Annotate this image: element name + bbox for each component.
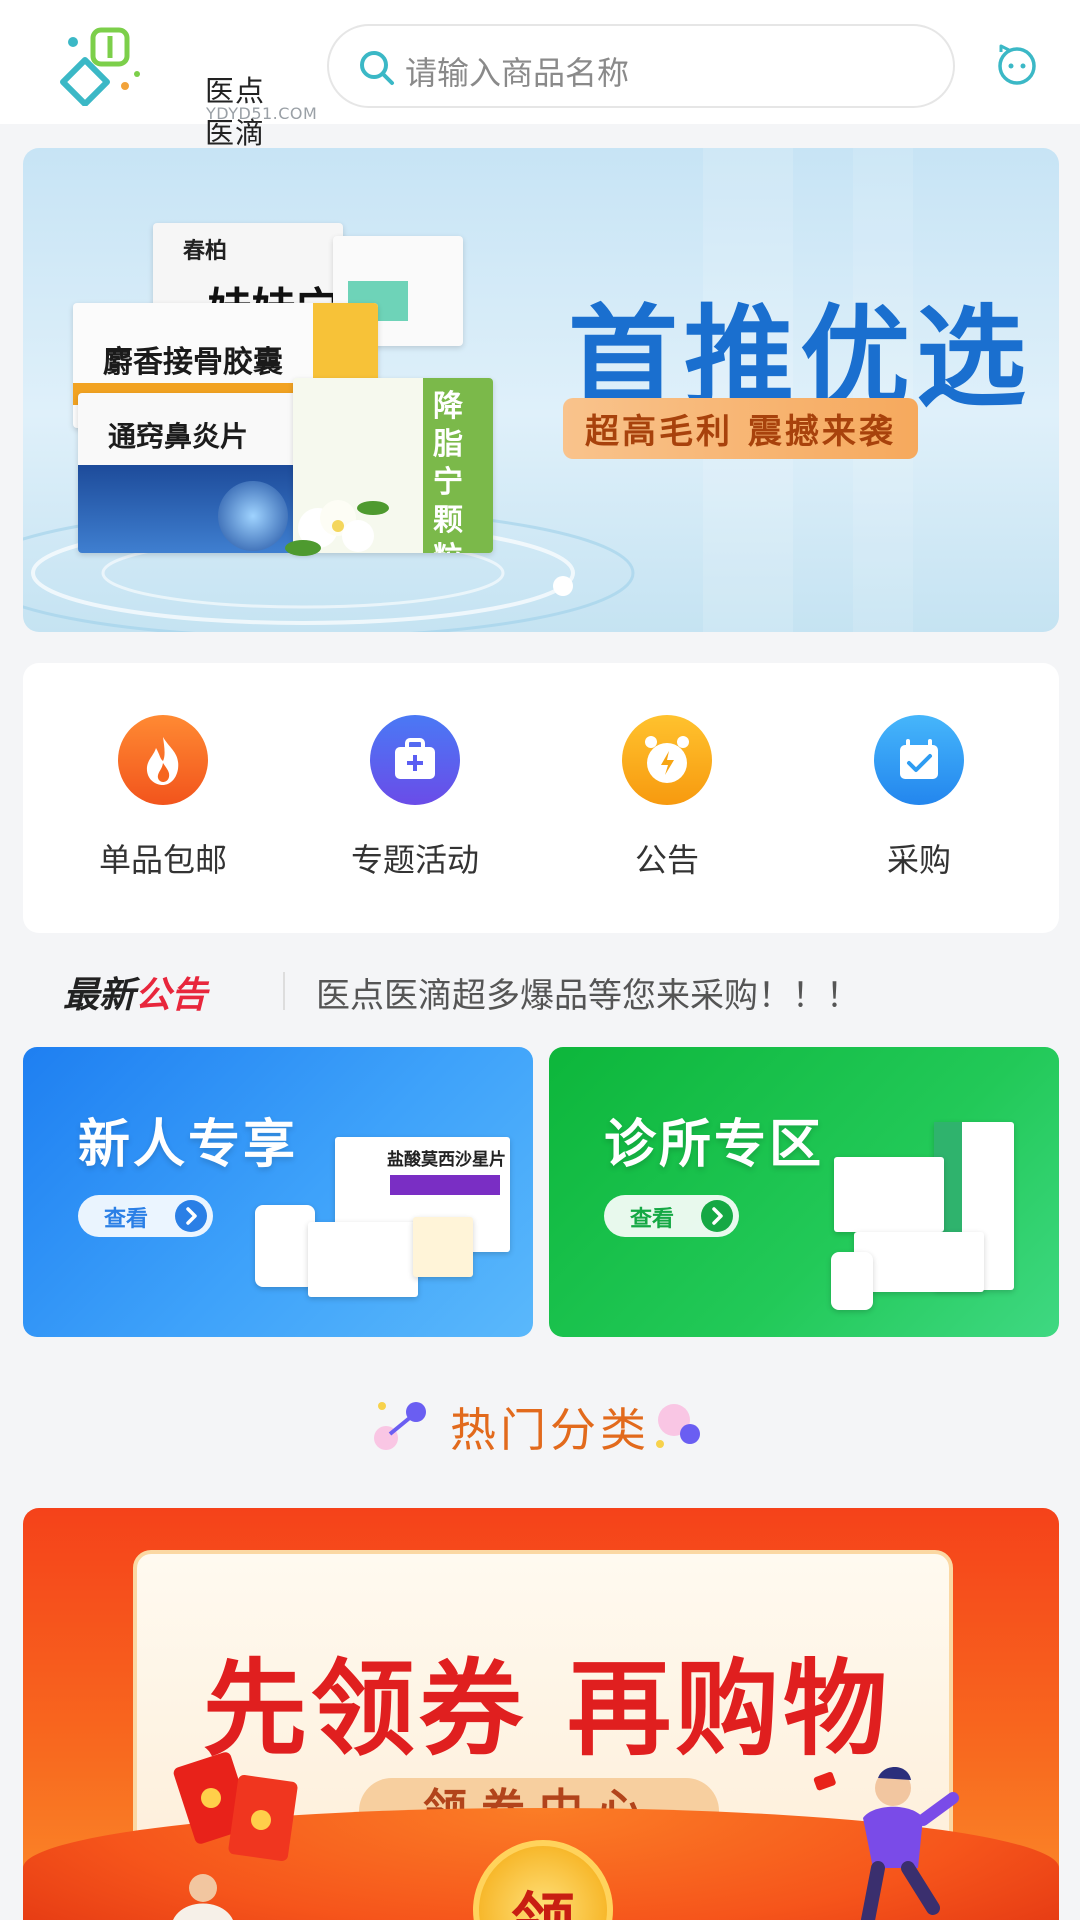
promo-card-clinic[interactable]: 诊所专区 查看 [549, 1047, 1059, 1337]
hot-categories-title: 热门分类 [450, 1403, 650, 1457]
flame-icon [118, 715, 208, 805]
claim-coin-label: 领 [479, 1872, 607, 1920]
hero-subtitle: 超高毛利 震撼来袭 [563, 398, 918, 459]
product-box [854, 1232, 984, 1292]
product-name: 降脂宁颗粒 [433, 389, 463, 553]
jasmine-flower-decoration [285, 500, 389, 556]
molecule-decoration-icon [656, 1404, 700, 1448]
pill-bottle [255, 1205, 315, 1287]
chevron-right-icon [701, 1200, 733, 1232]
product-box [308, 1222, 418, 1297]
announcement-title-part2: 公告 [135, 975, 208, 1016]
calendar-check-icon [874, 715, 964, 805]
product-box [834, 1157, 944, 1232]
promo-card-title: 诊所专区 [604, 1115, 825, 1175]
view-button[interactable]: 查看 [604, 1195, 739, 1237]
red-envelope-illustration [173, 1752, 298, 1920]
hero-carousel[interactable]: 春柏 娃娃宁 麝香接骨胶囊 通窍鼻炎片 降脂宁颗粒 首推优选 超高毛利 震撼来袭 [23, 148, 1059, 632]
quick-item-label: 公告 [634, 841, 699, 879]
product-name: 盐酸莫西沙星片 [387, 1150, 506, 1170]
chevron-right-icon [175, 1200, 207, 1232]
product-name: 通窍鼻炎片 [108, 420, 249, 453]
logo-domain: YDYD51.COM [206, 104, 318, 123]
hot-categories-header: 热门分类 [0, 1390, 1080, 1460]
product-name: 麝香接骨胶囊 [103, 345, 283, 380]
view-button[interactable]: 查看 [78, 1195, 213, 1237]
product-name: 春柏 [183, 239, 228, 264]
quick-item-label: 专题活动 [350, 841, 479, 879]
announcement-title: 最新公告 [63, 966, 207, 1018]
search-icon [360, 51, 394, 85]
announcement-text: 医点医滴超多爆品等您来采购！！！ [316, 976, 860, 1016]
coupon-center-banner[interactable]: 先领券 再购物 领券中心 领 [23, 1508, 1059, 1920]
alarm-clock-icon [622, 715, 712, 805]
quick-item-label: 单品包邮 [98, 841, 227, 879]
quick-item-announcement[interactable]: 公告 [567, 715, 767, 895]
top-bar: 医点医滴 YDYD51.COM 请输入商品名称 [0, 0, 1080, 150]
quick-item-free-shipping[interactable]: 单品包邮 [63, 715, 263, 895]
search-placeholder: 请输入商品名称 [405, 54, 630, 92]
logo-mark-icon [60, 27, 140, 107]
announcement-bar[interactable]: 最新公告 医点医滴超多爆品等您来采购！！！ [23, 950, 1059, 1030]
app-logo[interactable]: 医点医滴 YDYD51.COM [55, 26, 317, 150]
person-illustration [813, 1766, 959, 1920]
carousel-indicator-dot[interactable] [553, 576, 573, 596]
molecule-decoration-icon [374, 1402, 426, 1450]
view-button-label: 查看 [104, 1207, 149, 1232]
quick-item-purchase[interactable]: 采购 [819, 715, 1019, 895]
quick-item-topic-events[interactable]: 专题活动 [315, 715, 515, 895]
customer-service-icon[interactable] [995, 42, 1039, 86]
quick-menu: 单品包邮 专题活动 公告 采购 [23, 663, 1059, 933]
search-input[interactable]: 请输入商品名称 [327, 24, 955, 108]
vial [831, 1252, 873, 1310]
quick-item-label: 采购 [886, 841, 951, 879]
promo-card-new-user[interactable]: 新人专享 查看 盐酸莫西沙星片 [23, 1047, 533, 1337]
medical-kit-icon [370, 715, 460, 805]
product-box [413, 1217, 473, 1277]
divider [283, 972, 285, 1010]
promo-card-title: 新人专享 [78, 1115, 299, 1175]
announcement-title-part1: 最新 [63, 975, 136, 1016]
view-button-label: 查看 [630, 1207, 675, 1232]
